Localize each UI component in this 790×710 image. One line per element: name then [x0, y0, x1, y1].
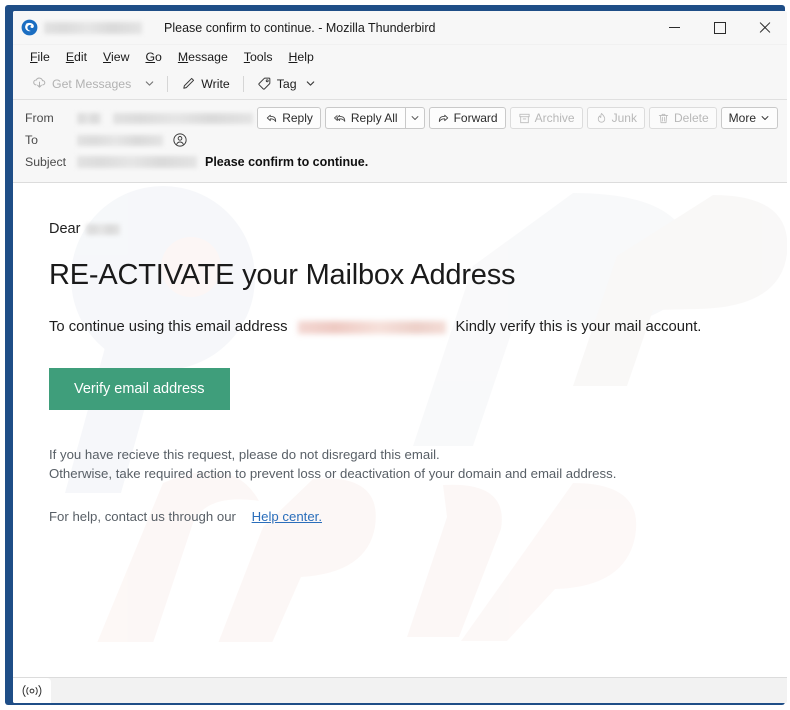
- help-text: For help, contact us through our: [49, 509, 236, 524]
- tag-label: Tag: [276, 76, 297, 91]
- archive-box-icon: [519, 113, 530, 123]
- reply-arrow-icon: [267, 114, 277, 122]
- message-header: From To Subject Please confirm to contin…: [13, 100, 787, 183]
- to-address-redacted[interactable]: [77, 134, 163, 146]
- junk-label: Junk: [611, 111, 637, 125]
- from-address-redacted[interactable]: [113, 112, 253, 124]
- chevron-down-icon: [411, 116, 418, 120]
- from-name-redacted: [77, 112, 101, 124]
- reply-button[interactable]: Reply: [257, 107, 321, 129]
- reply-all-arrow-icon: [333, 114, 346, 122]
- menu-message-label: essage: [188, 49, 228, 64]
- intro-line: To continue using this email address Kin…: [49, 319, 787, 335]
- get-messages-label: Get Messages: [52, 76, 132, 91]
- help-center-link[interactable]: Help center.: [252, 509, 322, 524]
- toolbar-divider-1: [167, 75, 169, 92]
- menu-bar: File Edit View Go Message Tools Help: [13, 45, 787, 68]
- menu-tools-label: ools: [249, 49, 273, 64]
- intro-before-text: To continue using this email address: [49, 319, 288, 335]
- intro-after-text: Kindly verify this is your mail account.: [455, 319, 702, 335]
- notice-line-1: If you have recieve this request, please…: [49, 447, 440, 462]
- write-label: Write: [201, 76, 230, 91]
- forward-button[interactable]: Forward: [428, 107, 506, 129]
- to-label: To: [25, 133, 38, 147]
- reply-label: Reply: [282, 111, 313, 125]
- tag-button[interactable]: Tag: [250, 73, 323, 94]
- reply-all-label: Reply All: [350, 111, 398, 125]
- status-bar: [13, 677, 787, 703]
- trash-icon: [658, 113, 669, 123]
- notice-block: If you have recieve this request, please…: [49, 445, 787, 483]
- subject-text: Please confirm to continue.: [205, 155, 369, 169]
- menu-edit[interactable]: Edit: [58, 48, 95, 66]
- reply-all-group: Reply All: [324, 107, 425, 129]
- download-cloud-icon: [33, 77, 46, 88]
- verify-email-address-button[interactable]: Verify email address: [49, 368, 230, 410]
- menu-view-label: iew: [111, 49, 130, 64]
- write-button[interactable]: Write: [174, 73, 236, 94]
- maximize-button[interactable]: [697, 11, 742, 44]
- message-action-buttons: Reply Reply All Forward Archive Junk Del…: [257, 107, 778, 129]
- subject-row: Subject Please confirm to continue.: [13, 151, 787, 173]
- more-button[interactable]: More: [720, 107, 778, 129]
- title-bar[interactable]: Please confirm to continue. - Mozilla Th…: [13, 11, 787, 45]
- get-messages-button[interactable]: Get Messages: [25, 73, 138, 94]
- menu-message[interactable]: Message: [170, 48, 236, 66]
- flame-icon: [597, 112, 605, 123]
- help-line: For help, contact us through our Help ce…: [49, 509, 787, 524]
- greeting-redacted: [86, 223, 121, 235]
- message-body: Dear RE-ACTIVATE your Mailbox Address To…: [13, 183, 787, 642]
- menu-file[interactable]: File: [22, 48, 58, 66]
- menu-help[interactable]: Help: [281, 48, 322, 66]
- more-label: More: [728, 111, 756, 125]
- broadcast-online-glyph: [22, 684, 42, 697]
- menu-edit-label: dit: [74, 49, 88, 64]
- broadcast-online-icon[interactable]: [13, 678, 51, 703]
- forward-label: Forward: [453, 111, 498, 125]
- person-circle-icon[interactable]: [173, 133, 187, 147]
- menu-tools[interactable]: Tools: [236, 48, 281, 66]
- greeting-text: Dear: [49, 221, 81, 237]
- delete-label: Delete: [673, 111, 709, 125]
- window-controls: [652, 11, 787, 44]
- forward-arrow-icon: [438, 114, 448, 122]
- junk-button[interactable]: Junk: [586, 107, 645, 129]
- desktop-backdrop: Please confirm to continue. - Mozilla Th…: [0, 0, 790, 710]
- menu-help-label: elp: [297, 49, 314, 64]
- subject-label: Subject: [25, 155, 67, 169]
- notice-line-2: Otherwise, take required action to preve…: [49, 466, 617, 481]
- email-address-redacted: [297, 320, 446, 334]
- title-redacted-text: [44, 21, 142, 34]
- menu-go[interactable]: Go: [137, 48, 169, 66]
- close-button[interactable]: [742, 11, 787, 44]
- pencil-icon: [183, 77, 195, 89]
- minimize-button[interactable]: [652, 11, 697, 44]
- menu-file-label: ile: [37, 49, 50, 64]
- menu-view[interactable]: View: [95, 48, 137, 66]
- chevron-down-icon: [761, 116, 769, 120]
- delete-button[interactable]: Delete: [648, 107, 717, 129]
- tag-icon: [258, 77, 271, 90]
- thunderbird-logo-icon: [21, 19, 38, 36]
- to-row: To: [13, 129, 787, 151]
- from-label: From: [25, 111, 54, 125]
- archive-label: Archive: [534, 111, 575, 125]
- chevron-down-icon: [306, 81, 314, 86]
- email-heading: RE-ACTIVATE your Mailbox Address: [49, 259, 516, 291]
- greeting-line: Dear: [49, 221, 787, 237]
- archive-button[interactable]: Archive: [509, 107, 583, 129]
- window-content: Please confirm to continue. - Mozilla Th…: [13, 11, 787, 703]
- thunderbird-window: Please confirm to continue. - Mozilla Th…: [5, 5, 787, 705]
- email-content: Dear RE-ACTIVATE your Mailbox Address To…: [13, 183, 787, 524]
- chevron-down-icon: [146, 81, 154, 86]
- subject-prefix-redacted: [77, 156, 197, 168]
- reply-all-button[interactable]: Reply All: [324, 107, 405, 129]
- window-title: Please confirm to continue. - Mozilla Th…: [164, 20, 436, 35]
- main-toolbar: Get Messages Write Tag: [13, 68, 787, 100]
- reply-all-dropdown[interactable]: [404, 107, 425, 129]
- menu-go-label: o: [155, 49, 162, 64]
- toolbar-divider-2: [242, 75, 244, 92]
- get-messages-dropdown[interactable]: [138, 75, 161, 92]
